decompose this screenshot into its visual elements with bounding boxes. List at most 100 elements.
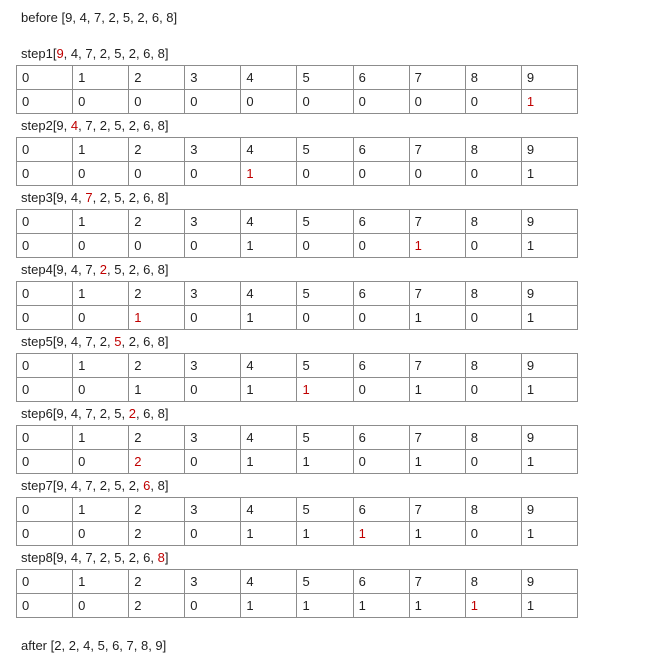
index-cell: 4 — [240, 281, 298, 306]
index-cell: 3 — [184, 65, 242, 90]
index-cell: 2 — [128, 425, 186, 450]
index-cell: 4 — [240, 497, 298, 522]
after-label: after — [21, 638, 48, 653]
count-cell: 0 — [296, 161, 354, 186]
index-cell: 5 — [296, 209, 354, 234]
array-text: , 6, 8] — [135, 406, 169, 421]
array-text: , 4, 7, 2, 5, 2, 6, 8] — [63, 46, 169, 61]
index-cell: 3 — [184, 209, 242, 234]
step-label: step4[9, 4, 7, 2, 5, 2, 6, 8] — [21, 262, 168, 278]
index-cell: 2 — [128, 65, 186, 90]
index-cell: 4 — [240, 209, 298, 234]
count-cell: 0 — [184, 161, 242, 186]
count-cell: 1 — [240, 377, 298, 402]
count-cell: 1 — [408, 593, 466, 618]
index-cell: 5 — [296, 353, 354, 378]
index-cell: 6 — [352, 65, 410, 90]
step-label: step2[9, 4, 7, 2, 5, 2, 6, 8] — [21, 118, 168, 134]
index-cell: 5 — [296, 425, 354, 450]
index-cell: 2 — [128, 281, 186, 306]
count-cell-updated: 1 — [240, 161, 298, 186]
count-cell: 0 — [15, 521, 74, 546]
index-cell: 7 — [408, 425, 466, 450]
index-cell: 9 — [520, 569, 579, 594]
count-cell-updated: 1 — [352, 521, 410, 546]
index-cell: 7 — [408, 209, 466, 234]
index-cell: 9 — [520, 425, 579, 450]
index-cell: 0 — [15, 209, 74, 234]
count-cell: 0 — [72, 161, 130, 186]
step-label: step5[9, 4, 7, 2, 5, 2, 6, 8] — [21, 334, 168, 350]
step-name: step4 — [21, 262, 53, 277]
array-text: [9, 4, — [52, 190, 86, 205]
count-cell: 0 — [352, 449, 410, 474]
index-cell: 6 — [352, 137, 410, 162]
index-cell: 1 — [72, 353, 130, 378]
count-cell-updated: 1 — [296, 377, 354, 402]
count-cell: 1 — [408, 449, 466, 474]
index-row: 0123456789 — [15, 569, 579, 594]
count-cell: 0 — [352, 377, 410, 402]
index-cell: 7 — [408, 137, 466, 162]
count-table: 01234567890020110101 — [15, 425, 579, 474]
count-cell: 1 — [240, 305, 298, 330]
count-cell: 0 — [464, 89, 522, 114]
after-array: [2, 2, 4, 5, 6, 7, 8, 9] — [50, 638, 167, 653]
count-cell: 0 — [15, 161, 74, 186]
index-row: 0123456789 — [15, 137, 579, 162]
index-cell: 2 — [128, 137, 186, 162]
index-row: 0123456789 — [15, 209, 579, 234]
current-element: 7 — [85, 190, 93, 205]
before-line: before [9, 4, 7, 2, 5, 2, 6, 8] — [21, 10, 177, 26]
index-cell: 8 — [464, 497, 522, 522]
count-cell: 0 — [352, 233, 410, 258]
count-cell: 0 — [15, 593, 74, 618]
index-cell: 2 — [128, 497, 186, 522]
before-label: before — [21, 10, 58, 25]
count-table: 01234567890020111101 — [15, 497, 579, 546]
index-cell: 3 — [184, 281, 242, 306]
count-cell: 0 — [15, 89, 74, 114]
index-cell: 1 — [72, 209, 130, 234]
count-cell: 1 — [408, 521, 466, 546]
count-cell: 0 — [184, 377, 242, 402]
count-cell-updated: 1 — [520, 89, 579, 114]
count-cell: 2 — [128, 521, 186, 546]
after-line: after [2, 2, 4, 5, 6, 7, 8, 9] — [21, 638, 166, 654]
count-row: 0000000001 — [15, 89, 579, 114]
count-cell: 1 — [240, 233, 298, 258]
index-cell: 4 — [240, 353, 298, 378]
count-cell: 0 — [464, 233, 522, 258]
count-cell: 0 — [296, 233, 354, 258]
count-cell: 1 — [520, 233, 579, 258]
count-cell: 0 — [128, 233, 186, 258]
index-cell: 6 — [352, 209, 410, 234]
index-cell: 8 — [464, 209, 522, 234]
count-cell: 0 — [184, 521, 242, 546]
count-cell: 0 — [464, 377, 522, 402]
step-name: step1 — [21, 46, 53, 61]
index-cell: 2 — [128, 353, 186, 378]
index-cell: 3 — [184, 569, 242, 594]
index-cell: 8 — [464, 281, 522, 306]
index-cell: 7 — [408, 353, 466, 378]
before-array: [9, 4, 7, 2, 5, 2, 6, 8] — [61, 10, 178, 25]
step-name: step8 — [21, 550, 53, 565]
array-text: , 8] — [150, 478, 169, 493]
index-cell: 5 — [296, 569, 354, 594]
count-cell: 0 — [408, 89, 466, 114]
count-cell: 0 — [464, 449, 522, 474]
count-row: 0020111101 — [15, 521, 579, 546]
count-cell: 1 — [520, 521, 579, 546]
count-cell: 0 — [352, 89, 410, 114]
index-cell: 8 — [464, 569, 522, 594]
step-label: step8[9, 4, 7, 2, 5, 2, 6, 8] — [21, 550, 168, 566]
count-cell: 1 — [520, 377, 579, 402]
count-cell: 1 — [296, 449, 354, 474]
index-cell: 4 — [240, 425, 298, 450]
count-cell: 1 — [520, 161, 579, 186]
index-cell: 5 — [296, 497, 354, 522]
index-cell: 9 — [520, 209, 579, 234]
array-text: [9, 4, 7, 2, 5, 2, — [52, 478, 144, 493]
count-cell: 1 — [408, 377, 466, 402]
